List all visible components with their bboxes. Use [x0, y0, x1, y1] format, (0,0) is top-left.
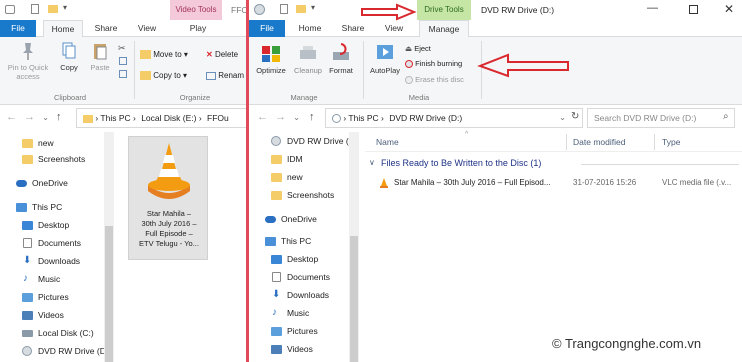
watermark: © Trangcongnghe.com.vn [548, 334, 706, 353]
arrow-to-drive-tools [361, 3, 417, 21]
annotation-arrows [361, 3, 569, 78]
arrow-to-finish-burning [477, 53, 569, 78]
watermark-text: © Trangcongnghe.com.vn [552, 336, 702, 351]
